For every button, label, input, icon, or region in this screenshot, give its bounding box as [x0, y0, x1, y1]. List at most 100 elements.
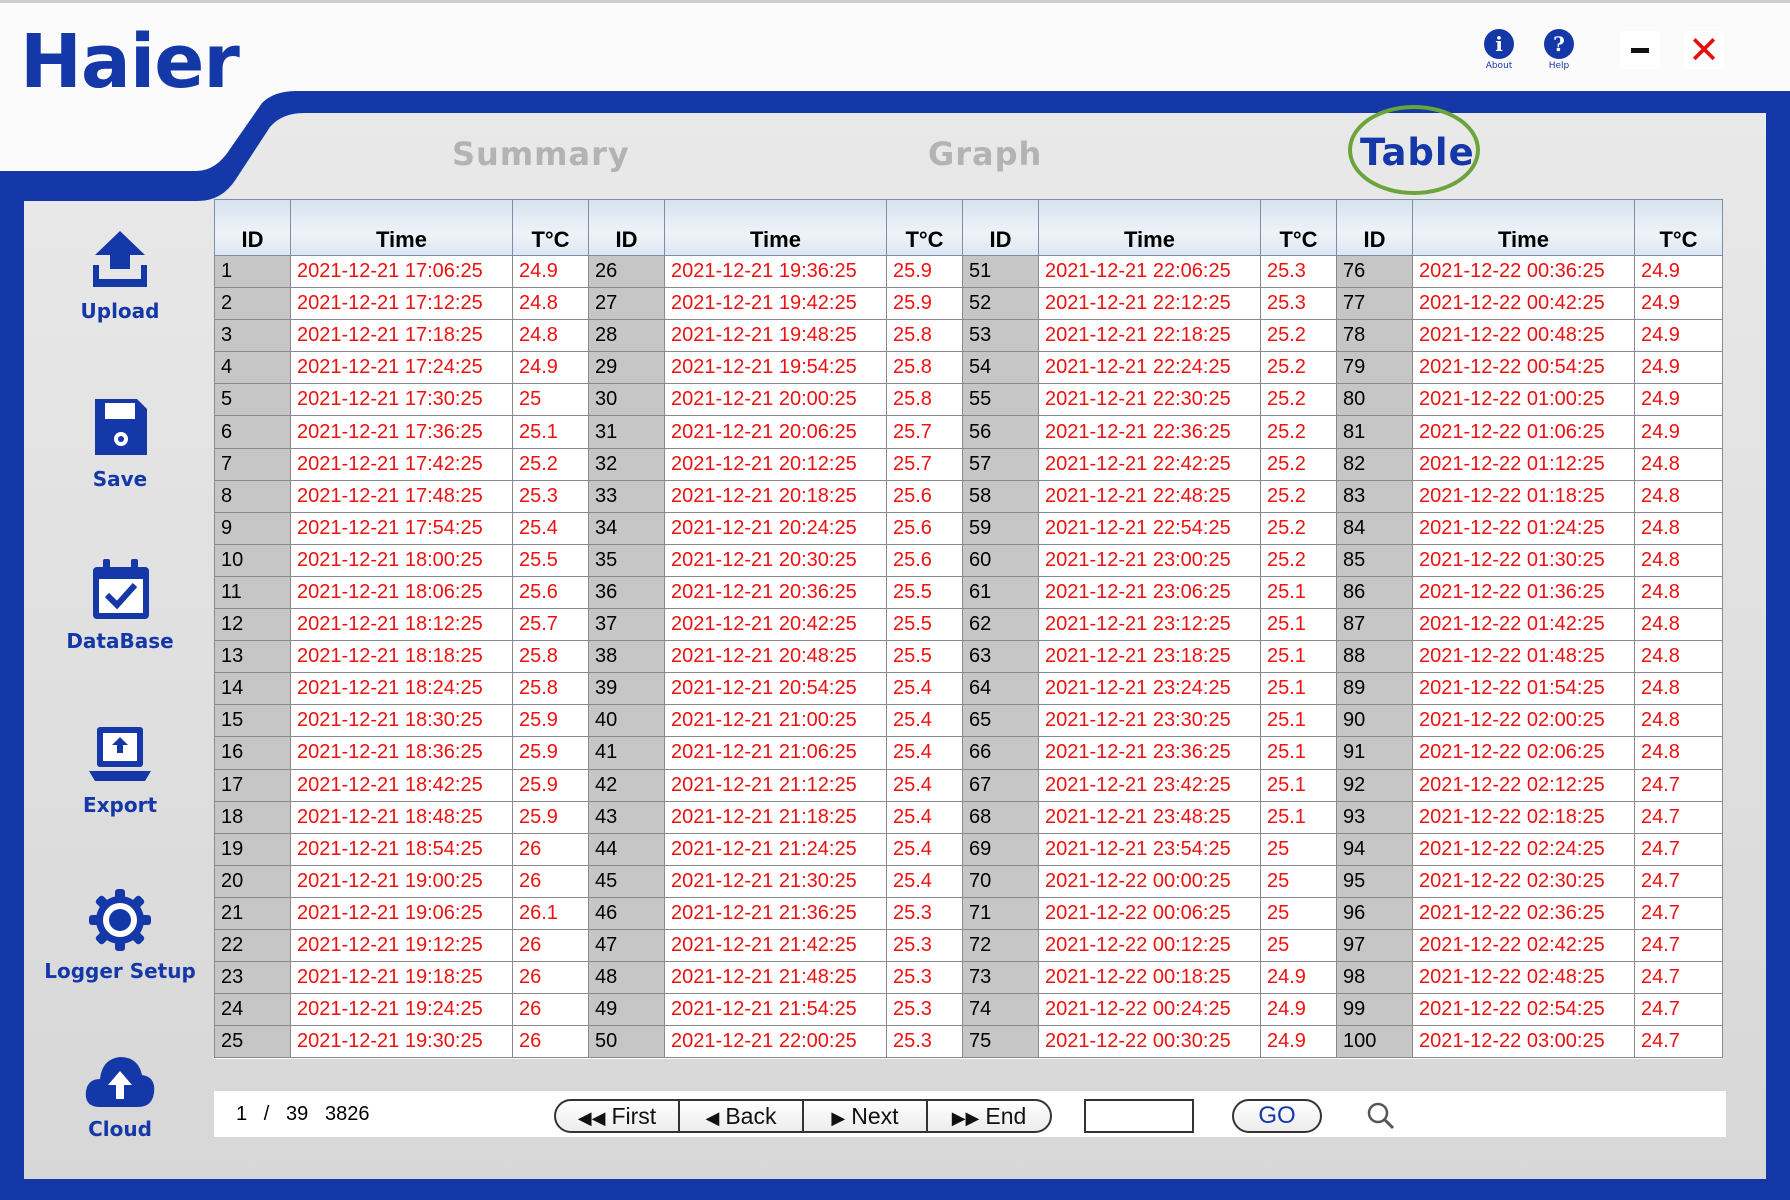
cell-id: 61	[962, 575, 1039, 610]
tab-graph[interactable]: Graph	[928, 135, 1042, 173]
cell-id: 41	[588, 736, 665, 770]
cell-time: 2021-12-21 17:06:25	[290, 254, 513, 289]
about-button[interactable]: i About	[1482, 29, 1516, 71]
search-icon[interactable]	[1366, 1101, 1396, 1131]
sidebar-item-export[interactable]: Export	[40, 719, 200, 851]
cell-time: 2021-12-21 20:42:25	[664, 608, 887, 642]
table-row: 11 2021-12-21 18:06:25 25.6 36 2021-12-21 20…	[214, 575, 1723, 610]
table-row: 25 2021-12-21 19:30:25 26 50 2021-12-21 22:0…	[214, 1025, 1723, 1059]
cell-time: 2021-12-21 21:36:25	[664, 896, 887, 930]
cell-time: 2021-12-21 18:48:25	[290, 800, 513, 834]
cell-time: 2021-12-22 02:00:25	[1412, 704, 1635, 738]
cell-id: 67	[962, 768, 1039, 802]
cell-temp: 25.1	[1260, 608, 1337, 642]
end-label: End	[985, 1103, 1027, 1129]
cell-temp: 24.9	[1634, 287, 1723, 321]
minimize-button[interactable]	[1620, 31, 1660, 69]
cell-time: 2021-12-22 00:42:25	[1412, 287, 1635, 321]
next-page-button[interactable]: ▶ Next	[802, 1099, 928, 1133]
cell-id: 3	[214, 319, 291, 353]
cell-temp: 25.4	[886, 768, 963, 802]
cell-id: 24	[214, 993, 291, 1027]
cell-id: 54	[962, 351, 1039, 385]
back-page-button[interactable]: ◀ Back	[678, 1099, 804, 1133]
sidebar-item-save[interactable]: Save	[40, 393, 200, 525]
cell-id: 1	[214, 254, 291, 289]
column-header-id: ID	[1336, 199, 1413, 256]
cell-temp: 25.3	[1260, 287, 1337, 321]
cell-id: 76	[1336, 254, 1413, 289]
help-button[interactable]: ? Help	[1542, 29, 1576, 71]
cell-id: 95	[1336, 864, 1413, 898]
double-left-arrow-icon: ◀◀	[577, 1108, 606, 1128]
cell-time: 2021-12-21 22:24:25	[1038, 351, 1261, 385]
cell-temp: 24.8	[1634, 447, 1723, 481]
table-row: 13 2021-12-21 18:18:25 25.8 38 2021-12-21 20…	[214, 640, 1723, 674]
column-header-id: ID	[588, 199, 665, 256]
cell-id: 93	[1336, 800, 1413, 834]
cell-id: 69	[962, 832, 1039, 866]
cell-temp: 24.8	[1634, 736, 1723, 770]
cell-temp: 24.8	[1634, 608, 1723, 642]
cell-temp: 24.8	[1634, 640, 1723, 674]
cell-id: 50	[588, 1025, 665, 1059]
cell-id: 83	[1336, 479, 1413, 513]
cell-temp: 25.9	[886, 254, 963, 289]
cell-time: 2021-12-21 19:48:25	[664, 319, 887, 353]
cell-time: 2021-12-21 17:48:25	[290, 479, 513, 513]
close-button[interactable]: ✕	[1684, 31, 1724, 69]
cell-id: 45	[588, 864, 665, 898]
cell-temp: 24.9	[1260, 961, 1337, 995]
cell-time: 2021-12-21 17:42:25	[290, 447, 513, 481]
cell-id: 18	[214, 800, 291, 834]
cell-time: 2021-12-21 20:00:25	[664, 383, 887, 417]
cell-id: 26	[588, 254, 665, 289]
cell-time: 2021-12-21 21:42:25	[664, 928, 887, 963]
cell-temp: 25.5	[886, 640, 963, 674]
cell-time: 2021-12-21 23:36:25	[1038, 736, 1261, 770]
table-row: 21 2021-12-21 19:06:25 26.1 46 2021-12-21 21…	[214, 896, 1723, 930]
tab-table[interactable]: Table	[1360, 131, 1475, 174]
cell-time: 2021-12-21 22:00:25	[664, 1025, 887, 1059]
cell-temp: 26.1	[512, 896, 589, 930]
cell-time: 2021-12-21 21:00:25	[664, 704, 887, 738]
go-button[interactable]: GO	[1232, 1099, 1322, 1133]
cell-time: 2021-12-21 20:36:25	[664, 575, 887, 610]
cell-time: 2021-12-22 02:54:25	[1412, 993, 1635, 1027]
cell-id: 94	[1336, 832, 1413, 866]
cell-time: 2021-12-21 21:06:25	[664, 736, 887, 770]
left-arrow-icon: ◀	[705, 1108, 720, 1128]
sidebar-item-database[interactable]: DataBase	[40, 555, 200, 687]
cell-temp: 25.9	[512, 736, 589, 770]
cell-id: 75	[962, 1025, 1039, 1059]
sidebar-item-logger-setup[interactable]: Logger Setup	[40, 885, 200, 1017]
goto-page-input[interactable]	[1084, 1099, 1194, 1133]
cell-id: 55	[962, 383, 1039, 417]
cell-time: 2021-12-21 17:30:25	[290, 383, 513, 417]
tab-summary[interactable]: Summary	[452, 135, 630, 173]
cell-temp: 24.8	[1634, 511, 1723, 545]
cell-time: 2021-12-21 23:24:25	[1038, 672, 1261, 706]
sidebar-item-upload[interactable]: Upload	[40, 225, 200, 357]
cell-temp: 24.7	[1634, 896, 1723, 930]
first-page-button[interactable]: ◀◀ First	[554, 1099, 680, 1133]
cell-time: 2021-12-22 02:36:25	[1412, 896, 1635, 930]
cell-id: 87	[1336, 608, 1413, 642]
cell-id: 43	[588, 800, 665, 834]
cell-temp: 25.1	[512, 415, 589, 449]
sidebar-item-label: Export	[82, 793, 158, 817]
table-row: 17 2021-12-21 18:42:25 25.9 42 2021-12-21 21…	[214, 768, 1723, 802]
cell-time: 2021-12-22 00:24:25	[1038, 993, 1261, 1027]
cell-time: 2021-12-21 23:06:25	[1038, 575, 1261, 610]
cell-id: 23	[214, 961, 291, 995]
cell-id: 15	[214, 704, 291, 738]
cell-temp: 25.2	[1260, 479, 1337, 513]
cell-temp: 25.8	[886, 351, 963, 385]
end-page-button[interactable]: ▶▶ End	[926, 1099, 1052, 1133]
cell-temp: 25.3	[1260, 254, 1337, 289]
cell-id: 52	[962, 287, 1039, 321]
cell-temp: 25.6	[512, 575, 589, 610]
cell-temp: 24.9	[1260, 1025, 1337, 1059]
sidebar-item-cloud[interactable]: Cloud	[40, 1047, 200, 1179]
cell-temp: 25	[1260, 832, 1337, 866]
